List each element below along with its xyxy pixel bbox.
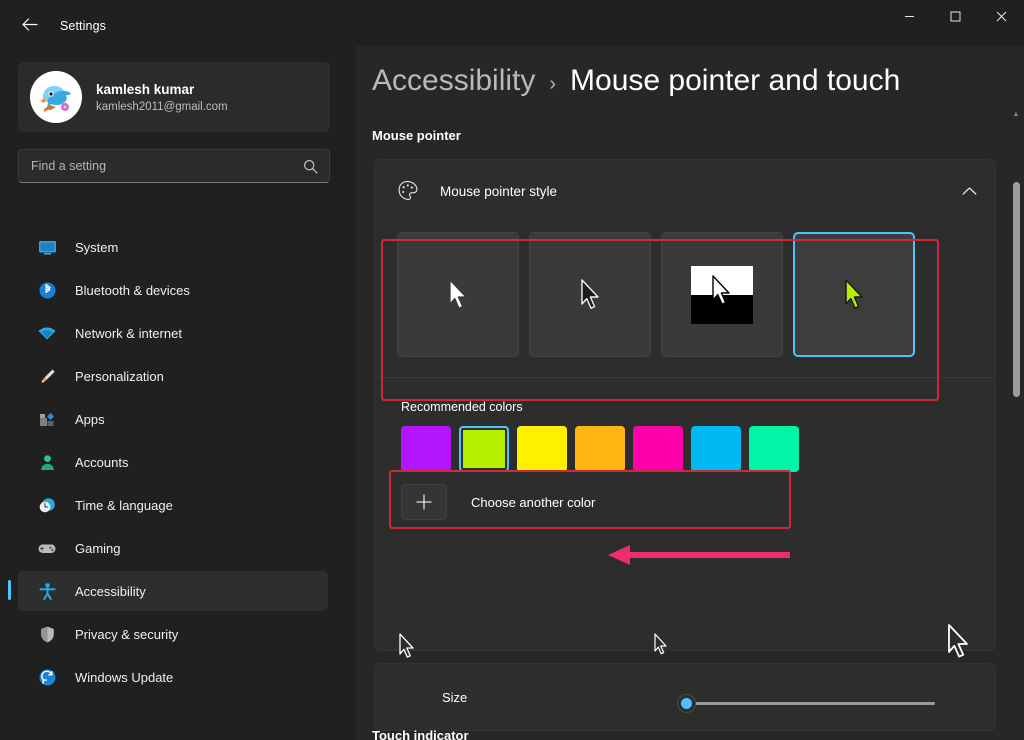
window-controls <box>886 0 1024 32</box>
section-heading-mouse-pointer: Mouse pointer <box>372 128 461 143</box>
shield-icon <box>36 623 58 645</box>
sidebar-item-windows-update[interactable]: Windows Update <box>18 657 328 697</box>
pointer-style-tiles <box>375 222 995 377</box>
minimize-button[interactable] <box>886 0 932 32</box>
recommended-color-swatches <box>375 414 995 472</box>
sidebar-item-network-internet[interactable]: Network & internet <box>18 313 328 353</box>
sidebar-item-apps[interactable]: Apps <box>18 399 328 439</box>
scrollbar-thumb[interactable] <box>1013 182 1020 397</box>
scrollbar-rail[interactable] <box>1013 122 1020 740</box>
sidebar-item-time-language[interactable]: Time & language <box>18 485 328 525</box>
app-title: Settings <box>60 19 106 33</box>
pointer-style-tile-inverted[interactable] <box>661 232 783 357</box>
sidebar-item-gaming[interactable]: Gaming <box>18 528 328 568</box>
settings-window: Settings <box>0 0 1024 740</box>
paintbrush-icon <box>36 365 58 387</box>
choose-another-color-label[interactable]: Choose another color <box>471 495 595 510</box>
scroll-up-arrow-icon[interactable]: ▲ <box>1013 110 1020 119</box>
sidebar-item-label: Bluetooth & devices <box>75 283 190 298</box>
color-swatch-chartreuse[interactable] <box>459 426 509 472</box>
avatar <box>30 71 82 123</box>
choose-another-color-row: Choose another color <box>375 472 995 520</box>
main-content: Accessibility › Mouse pointer and touch … <box>356 46 1024 740</box>
sidebar-item-accounts[interactable]: Accounts <box>18 442 328 482</box>
monitor-icon <box>36 236 58 258</box>
pointer-style-tile-white[interactable] <box>397 232 519 357</box>
sidebar-item-label: Accessibility <box>75 584 146 599</box>
profile-name: kamlesh kumar <box>96 80 228 99</box>
slider-thumb[interactable] <box>677 694 696 713</box>
title-bar: Settings <box>0 0 1024 46</box>
breadcrumb-separator: › <box>549 73 556 96</box>
maximize-icon <box>950 11 961 22</box>
sidebar-item-label: System <box>75 240 118 255</box>
profile-email: kamlesh2011@gmail.com <box>96 99 228 115</box>
color-swatch-yellow[interactable] <box>517 426 567 472</box>
sidebar-item-system[interactable]: System <box>18 227 328 267</box>
breadcrumb-parent[interactable]: Accessibility <box>372 64 535 98</box>
chevron-up-icon[interactable] <box>962 186 977 196</box>
update-icon <box>36 666 58 688</box>
sidebar-nav: System Bluetooth & devices <box>0 224 356 700</box>
gamepad-icon <box>36 537 58 559</box>
mouse-pointer-style-title: Mouse pointer style <box>440 184 962 199</box>
person-icon <box>36 451 58 473</box>
pointer-size-slider[interactable] <box>685 694 935 714</box>
sidebar-item-label: Privacy & security <box>75 627 178 642</box>
sidebar-item-label: Network & internet <box>75 326 182 341</box>
color-swatch-spring-green[interactable] <box>749 426 799 472</box>
mouse-pointer-style-header[interactable]: Mouse pointer style <box>375 160 995 222</box>
color-swatch-orange[interactable] <box>575 426 625 472</box>
palette-icon <box>393 180 421 202</box>
plus-icon <box>415 493 433 511</box>
sidebar-item-label: Personalization <box>75 369 164 384</box>
breadcrumb: Accessibility › Mouse pointer and touch <box>372 64 900 98</box>
color-swatch-purple[interactable] <box>401 426 451 472</box>
pointer-size-card: Size <box>374 663 996 731</box>
main-scrollbar[interactable]: ▲ ▼ <box>1010 110 1022 740</box>
apps-icon <box>36 408 58 430</box>
clock-icon <box>36 494 58 516</box>
search-box[interactable] <box>18 149 330 183</box>
pointer-size-label: Size <box>442 690 467 705</box>
sidebar-item-label: Gaming <box>75 541 121 556</box>
sidebar-item-label: Time & language <box>75 498 173 513</box>
sidebar-item-label: Accounts <box>75 455 128 470</box>
color-swatch-pink[interactable] <box>633 426 683 472</box>
sidebar-item-privacy-security[interactable]: Privacy & security <box>18 614 328 654</box>
profile-card[interactable]: kamlesh kumar kamlesh2011@gmail.com <box>18 62 330 132</box>
page-title: Mouse pointer and touch <box>570 64 900 98</box>
profile-info: kamlesh kumar kamlesh2011@gmail.com <box>96 80 228 115</box>
sidebar-item-bluetooth-devices[interactable]: Bluetooth & devices <box>18 270 328 310</box>
add-color-button[interactable] <box>401 484 447 520</box>
section-heading-touch-indicator: Touch indicator <box>372 728 469 740</box>
wifi-icon <box>36 322 58 344</box>
search-input[interactable] <box>19 159 303 173</box>
close-button[interactable] <box>978 0 1024 32</box>
search-icon <box>303 159 318 174</box>
slider-track[interactable] <box>685 702 935 705</box>
pointer-style-tile-black[interactable] <box>529 232 651 357</box>
sidebar-item-personalization[interactable]: Personalization <box>18 356 328 396</box>
bird-avatar-icon <box>30 71 82 123</box>
sidebar: kamlesh kumar kamlesh2011@gmail.com <box>0 46 356 740</box>
maximize-button[interactable] <box>932 0 978 32</box>
sidebar-item-accessibility[interactable]: Accessibility <box>18 571 328 611</box>
recommended-colors-label: Recommended colors <box>375 378 995 414</box>
sidebar-item-label: Windows Update <box>75 670 173 685</box>
color-swatch-cyan[interactable] <box>691 426 741 472</box>
back-button[interactable] <box>12 10 46 38</box>
sidebar-item-label: Apps <box>75 412 105 427</box>
minimize-icon <box>904 11 915 22</box>
back-arrow-icon <box>21 17 38 32</box>
bluetooth-icon <box>36 279 58 301</box>
mouse-pointer-style-card: Mouse pointer style <box>374 159 996 651</box>
pointer-style-tile-custom[interactable] <box>793 232 915 357</box>
close-icon <box>996 11 1007 22</box>
accessibility-icon <box>36 580 58 602</box>
